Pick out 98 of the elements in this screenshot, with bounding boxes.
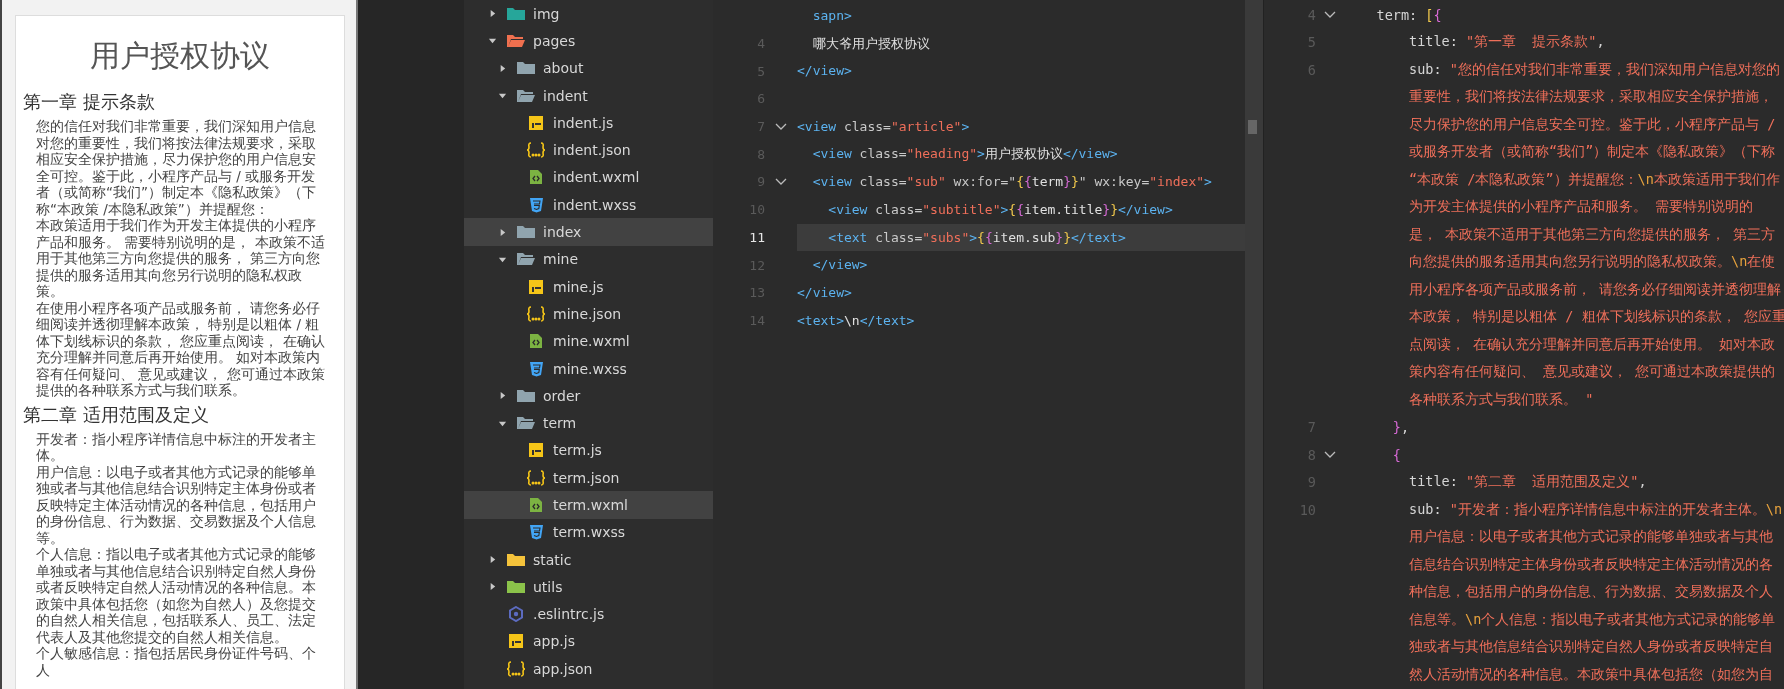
code-line: </view> bbox=[797, 283, 853, 302]
caret-icon[interactable] bbox=[498, 91, 507, 101]
js-file-icon bbox=[526, 114, 546, 131]
tree-item[interactable]: mine bbox=[464, 245, 713, 273]
tree-item[interactable]: term bbox=[464, 409, 713, 437]
code-line: sub: "开发者：指小程序详情信息中标注的开发者主体。\n bbox=[1408, 500, 1783, 517]
tree-item[interactable]: about bbox=[464, 54, 713, 82]
folder-icon bbox=[516, 251, 536, 268]
tree-item[interactable]: mine.json bbox=[464, 300, 713, 328]
code-line: 向您提供的服务适用其向您另行说明的隐私权政策。\n在使 bbox=[1408, 253, 1776, 270]
paragraph: 在使用小程序各项产品或服务前， 请您务必仔细阅读并透彻理解本政策， 特别是以粗体 / 粗体下划线标识的条款， 您应重点阅读， 在确认充分理解并同意后再开始使用。 如对本政策内容有任何疑问、 意见或建议， 您可通过本政策提供的各种联系方式与我们联系。 bbox=[36, 299, 326, 399]
paragraph: 个人信息：指以电子或者其他方式记录的能够单独或者与其他信息结合识别特定自然人身份或者反映特定自然人活动情况的各种信息。本政策中具体包括您（如您为自然人）及您提交的自然人相关信息，包括联系人、员工、法定代表人及其他您提交的自然人相关信息。 bbox=[36, 546, 317, 645]
code-line: “本政策 /本隐私政策”）并提醒您：\n本政策适用于我们作 bbox=[1408, 170, 1780, 187]
caret-icon[interactable] bbox=[498, 391, 507, 401]
folder-icon bbox=[516, 224, 536, 240]
code-line: 哪大爷用户授权协议 bbox=[811, 34, 931, 53]
tree-item[interactable]: mine.wxml bbox=[464, 327, 713, 355]
chapter-title: 第一章 提示条款 bbox=[23, 90, 156, 114]
tree-item[interactable]: indent.js bbox=[464, 109, 713, 137]
tree-item[interactable]: app.json bbox=[464, 655, 713, 683]
code-line: <view class="sub" wx:for="{{term}}" wx:key="index"> bbox=[811, 173, 1213, 192]
scrollbar[interactable] bbox=[1245, 0, 1263, 689]
tree-item[interactable]: indent.wxss bbox=[464, 191, 713, 219]
code-line: </view> bbox=[797, 62, 853, 81]
tree-item[interactable]: app.js bbox=[464, 627, 713, 656]
caret-icon[interactable] bbox=[488, 555, 497, 565]
code-line: 用户信息：以电子或者其他方式记录的能够单独或者与其他 bbox=[1408, 528, 1774, 545]
tree-item[interactable]: order bbox=[464, 382, 713, 410]
tree-item[interactable]: indent bbox=[464, 81, 713, 110]
code-line: 信息等。\n个人信息：指以电子或者其他方式记录的能够单 bbox=[1408, 610, 1776, 627]
code-line: { bbox=[1391, 446, 1401, 463]
js-file-icon bbox=[526, 442, 546, 459]
page-heading: 用户授权协议 bbox=[88, 37, 271, 75]
chevron-icon[interactable] bbox=[775, 177, 787, 186]
caret-icon[interactable] bbox=[488, 582, 497, 592]
tree-item[interactable]: static bbox=[464, 545, 713, 574]
tree-item[interactable]: term.json bbox=[464, 464, 713, 492]
code-line: 尽力保护您的用户信息安全可控。鉴于此，小程序产品与 / bbox=[1408, 115, 1776, 132]
code-line: 重要性，我们将按法律法规要求，采取相应安全保护措施， bbox=[1408, 88, 1774, 105]
tree-item[interactable]: utils bbox=[464, 573, 713, 601]
tree-item[interactable]: index bbox=[464, 218, 713, 246]
paragraph: 用户信息：以电子或者其他方式记录的能够单独或者与其他信息结合识别特定主体身份或者反映特定主体活动情况的各种信息，包括用户的身份信息、行为数据、交易数据及个人信息等。 bbox=[36, 463, 317, 546]
caret-icon[interactable] bbox=[498, 63, 507, 73]
code-line: 策内容有任何疑问、 意见或建议， 您可通过本政策提供的 bbox=[1408, 363, 1776, 380]
code-line: 独或者与其他信息结合识别特定自然人身份或者反映特定自 bbox=[1408, 638, 1774, 655]
paragraph: 本政策适用于我们作为开发主体提供的小程序产品和服务。 需要特别说明的是， 本政策不适用于其他第三方向您提供的服务， 第三方向您提供的服务适用其向您另行说明的隐私权政策。 bbox=[36, 217, 326, 300]
caret-icon[interactable] bbox=[488, 9, 497, 19]
code-line: sub: "您的信任对我们非常重要，我们深知用户信息对您的 bbox=[1408, 60, 1780, 77]
tree-item[interactable]: pages bbox=[464, 27, 713, 55]
code-line: 各种联系方式与我们联系。 " bbox=[1408, 390, 1594, 407]
code-line: <view class="article"> bbox=[797, 117, 971, 136]
code-line: <text>\n</text> bbox=[797, 311, 916, 330]
code-line: sapn> bbox=[811, 7, 853, 25]
code-line: 或服务开发者（或简称“我们”）制定本《隐私政策》（下称 bbox=[1408, 143, 1776, 160]
json-file-icon bbox=[506, 660, 526, 677]
hexagon-icon bbox=[506, 606, 526, 623]
code-line: 点阅读， 在确认充分理解并同意后再开始使用。 如对本政 bbox=[1408, 335, 1776, 352]
code-line: 然人活动情况的各种信息。本政策中具体包括您（如您为自 bbox=[1408, 665, 1774, 682]
tree-item[interactable]: term.wxss bbox=[464, 518, 713, 546]
code-line: <view class="heading">用户授权协议</view> bbox=[811, 145, 1119, 164]
paragraph: 您的信任对我们非常重要，我们深知用户信息对您的重要性，我们将按法律法规要求，采取相应安全保护措施，尽力保护您的用户信息安全可控。鉴于此，小程序产品与 / 或服务开发者（或简称“我们”）制定本《隐私政策》（下称“本政策 /本隐私政策”）并提醒您： bbox=[36, 118, 317, 217]
json-file-icon bbox=[526, 142, 546, 159]
folder-icon bbox=[516, 87, 536, 104]
folder-icon bbox=[516, 415, 536, 432]
chevron-icon[interactable] bbox=[775, 122, 787, 131]
tree-item[interactable]: indent.wxml bbox=[464, 163, 713, 192]
tree-item[interactable]: term.js bbox=[464, 436, 713, 465]
code-line: 为开发主体提供的小程序产品和服务。 需要特别说明的 bbox=[1408, 198, 1754, 215]
caret-icon[interactable] bbox=[498, 227, 507, 237]
code-line: 用小程序各项产品或服务前， 请您务必仔细阅读并透彻理解 bbox=[1408, 280, 1782, 297]
code-line: </view> bbox=[811, 256, 869, 275]
tree-item[interactable]: mine.wxss bbox=[464, 354, 713, 383]
paragraph: 个人敏感信息：指包括居民身份证件号码、个人 bbox=[36, 645, 317, 678]
paragraph: 开发者：指小程序详情信息中标注的开发者主体。 bbox=[36, 430, 317, 464]
chevron-icon[interactable] bbox=[1324, 450, 1336, 459]
tree-item[interactable]: .eslintrc.js bbox=[464, 600, 713, 628]
tree-item[interactable]: mine.js bbox=[464, 272, 713, 301]
tree-item[interactable]: term.wxml bbox=[464, 491, 713, 519]
line-number: 11 bbox=[748, 229, 765, 245]
folder-icon bbox=[516, 60, 536, 77]
code-line: <view class="subtitle">{{item.title}}</view> bbox=[827, 200, 1174, 219]
tree-item[interactable]: img bbox=[464, 0, 713, 28]
json-file-icon bbox=[526, 305, 546, 322]
caret-icon[interactable] bbox=[488, 36, 497, 46]
code-line: }, bbox=[1391, 419, 1410, 436]
code-line: 信息结合识别特定主体身份或者反映特定主体活动情况的各 bbox=[1408, 555, 1774, 572]
json-file-icon bbox=[526, 469, 546, 486]
js-file-icon bbox=[526, 278, 546, 295]
code-line: title: "第一章 提示条款", bbox=[1408, 33, 1605, 50]
code-line: title: "第二章 适用范围及定义", bbox=[1408, 473, 1647, 490]
code-line: term: [{ bbox=[1375, 6, 1442, 23]
chevron-icon[interactable] bbox=[1324, 10, 1336, 19]
tree-item[interactable]: indent.json bbox=[464, 136, 713, 164]
folder-icon bbox=[516, 387, 536, 404]
code-line: 种信息，包括用户的身份信息、行为数据、交易数据及个人 bbox=[1408, 583, 1774, 600]
chapter-title: 第二章 适用范围及定义 bbox=[23, 402, 210, 427]
code-line: 是， 本政策不适用于其他第三方向您提供的服务， 第三方 bbox=[1408, 225, 1776, 242]
js-file-icon bbox=[506, 633, 526, 650]
